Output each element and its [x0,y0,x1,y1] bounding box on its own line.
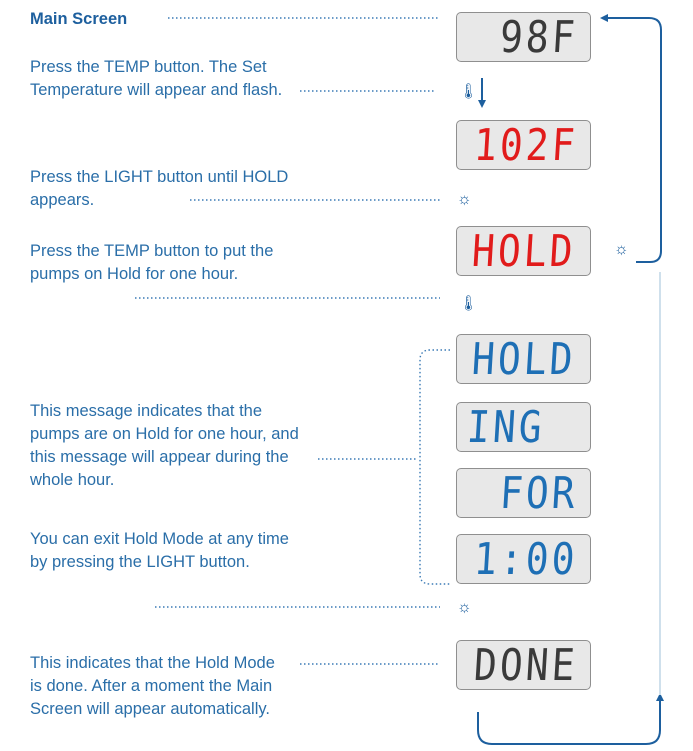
hold-bracket [419,349,450,585]
flow-connectors [135,14,664,745]
return-arrow-done [477,693,664,745]
return-arrow-hold [600,14,662,263]
